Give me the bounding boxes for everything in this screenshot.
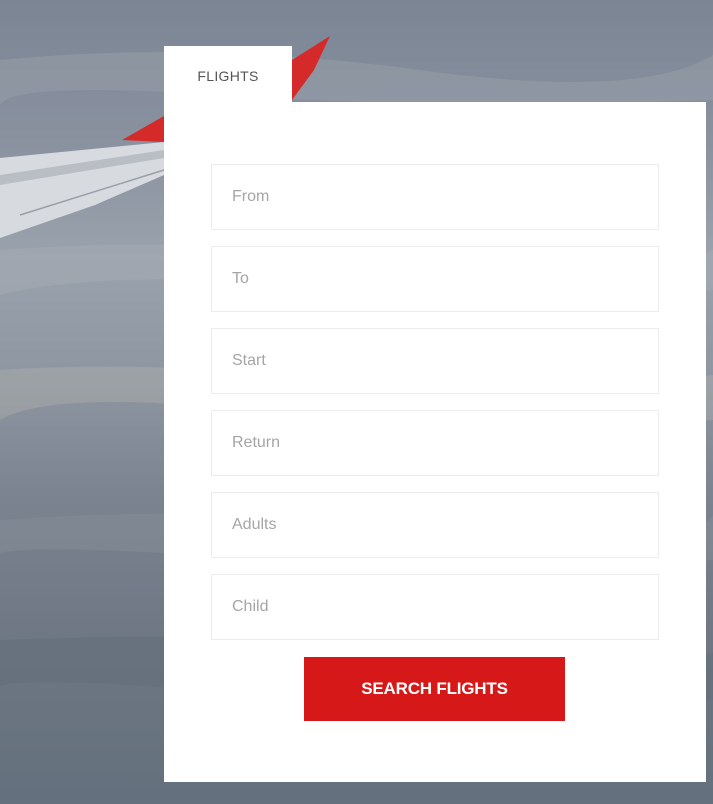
search-flights-button[interactable]: SEARCH FLIGHTS <box>304 657 565 721</box>
adults-input[interactable] <box>211 492 659 558</box>
from-input[interactable] <box>211 164 659 230</box>
child-input[interactable] <box>211 574 659 640</box>
to-input[interactable] <box>211 246 659 312</box>
return-date-input[interactable] <box>211 410 659 476</box>
start-date-input[interactable] <box>211 328 659 394</box>
tab-flights-label: FLIGHTS <box>197 68 259 84</box>
tab-flights[interactable]: FLIGHTS <box>164 46 292 104</box>
